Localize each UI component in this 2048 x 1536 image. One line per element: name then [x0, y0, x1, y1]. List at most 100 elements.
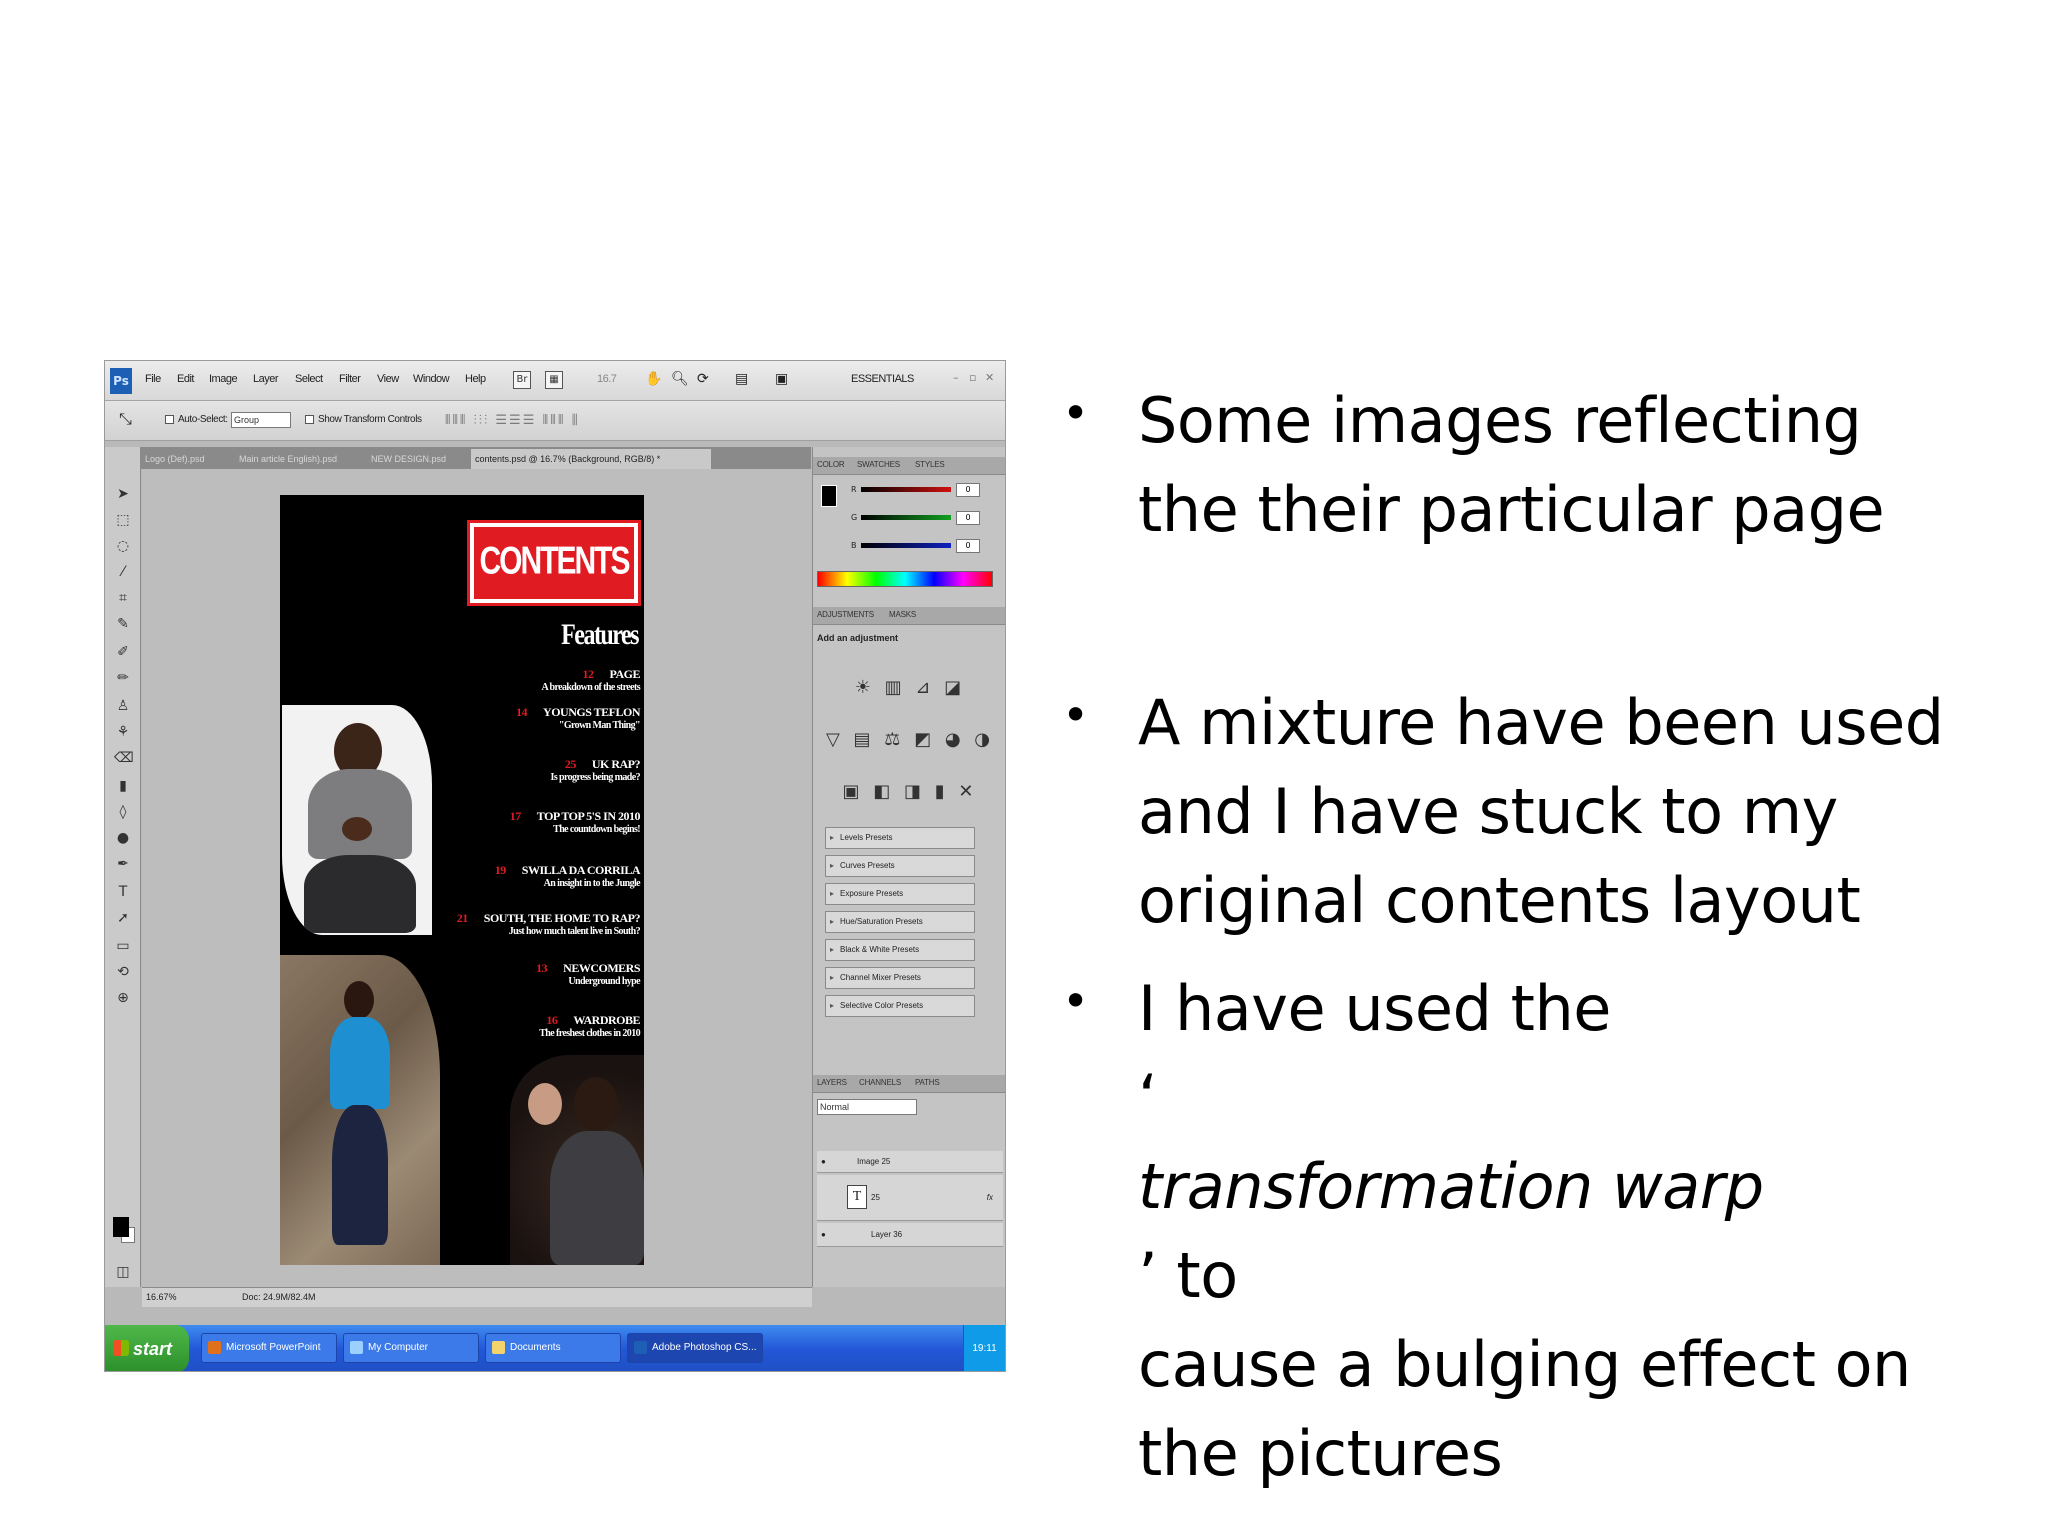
taskbar-documents[interactable]: Documents [485, 1333, 621, 1363]
tab-color[interactable]: COLOR [817, 460, 845, 469]
quick-mask-icon[interactable]: ◫ [114, 1263, 132, 1281]
color-swatch-fg[interactable] [821, 485, 837, 507]
eyedropper-icon[interactable]: ✎ [114, 615, 132, 633]
blur-tool-icon[interactable]: ◊ [114, 803, 132, 821]
show-transform-label: Show Transform Controls [318, 414, 422, 425]
tab-swatches[interactable]: SWATCHES [857, 460, 900, 469]
view-extras-icon[interactable]: ▦ [545, 371, 563, 389]
layer-row[interactable]: T 25 fx [817, 1175, 1003, 1221]
tab-logo[interactable]: Logo (Def).psd [141, 449, 231, 469]
doc-size-readout[interactable]: Doc: 24.9M/82.4M [242, 1292, 316, 1302]
auto-select-dropdown[interactable]: Group [231, 412, 291, 428]
start-button[interactable]: start [105, 1325, 189, 1371]
menu-filter[interactable]: Filter [339, 373, 361, 385]
green-slider[interactable] [861, 515, 951, 520]
tab-paths[interactable]: PATHS [915, 1078, 940, 1087]
tab-masks[interactable]: MASKS [889, 610, 916, 619]
type-tool-icon[interactable]: T [114, 883, 132, 901]
tab-styles[interactable]: STYLES [915, 460, 945, 469]
red-slider[interactable] [861, 487, 951, 492]
3d-rotate-icon[interactable]: ⟲ [114, 963, 132, 981]
zoom-readout[interactable]: 16.67% [146, 1292, 177, 1302]
preset-levels[interactable]: Levels Presets [825, 827, 975, 849]
red-value[interactable]: 0 [956, 483, 980, 497]
rotate-view-icon[interactable]: ⟳ [697, 370, 709, 387]
menu-view[interactable]: View [377, 373, 399, 385]
zoom-icon[interactable]: ⊕ [114, 989, 132, 1007]
shape-tool-icon[interactable]: ▭ [114, 937, 132, 955]
adjustment-icons-row-3[interactable]: ▣ ◧ ◨ ▮ ✕ [813, 781, 1005, 802]
contents-header-box: CONTENTS [470, 523, 638, 603]
green-label: G [851, 513, 858, 522]
minimize-icon[interactable]: – [953, 371, 959, 384]
fx-icon[interactable]: fx [987, 1175, 993, 1221]
layer-row[interactable]: ● Layer 36 [817, 1223, 1003, 1247]
green-value[interactable]: 0 [956, 511, 980, 525]
menu-edit[interactable]: Edit [177, 373, 194, 385]
blue-slider[interactable] [861, 543, 951, 548]
preset-exposure[interactable]: Exposure Presets [825, 883, 975, 905]
magic-wand-icon[interactable]: ⁄ [114, 563, 132, 581]
show-transform-checkbox[interactable] [305, 415, 314, 424]
workspace-switcher[interactable]: ESSENTIALS [851, 373, 914, 385]
history-brush-icon[interactable]: ⚘ [114, 723, 132, 741]
dodge-tool-icon[interactable]: ● [114, 829, 132, 847]
path-select-icon[interactable]: ➚ [114, 909, 132, 927]
tab-contents[interactable]: contents.psd @ 16.7% (Background, RGB/8)… [471, 449, 711, 469]
preset-channel-mixer[interactable]: Channel Mixer Presets [825, 967, 975, 989]
preset-curves[interactable]: Curves Presets [825, 855, 975, 877]
menu-window[interactable]: Window [413, 373, 450, 385]
zoom-tool-icon[interactable]: 🔍︎ [671, 370, 689, 387]
screen-mode-icon[interactable]: ▣ [775, 370, 788, 387]
menu-file[interactable]: File [145, 373, 161, 385]
tab-channels[interactable]: CHANNELS [859, 1078, 901, 1087]
move-tool-icon[interactable]: ⤡ [119, 411, 132, 429]
pen-tool-icon[interactable]: ✒ [114, 855, 132, 873]
foreground-color-swatch[interactable] [113, 1217, 129, 1237]
marquee-tool-icon[interactable]: ⬚ [114, 511, 132, 529]
preset-black-white[interactable]: Black & White Presets [825, 939, 975, 961]
menu-layer[interactable]: Layer [253, 373, 279, 385]
healing-brush-icon[interactable]: ✐ [114, 643, 132, 661]
adjustment-icons-row-1[interactable]: ☀ ▥ ⊿ ◪ [813, 677, 1005, 698]
preset-hue-saturation[interactable]: Hue/Saturation Presets [825, 911, 975, 933]
eye-icon[interactable]: ● [821, 1223, 826, 1247]
align-icons[interactable]: ⫴⫴⫴ ⫶⫶⫶ ☰☰☰ ⦀⦀⦀ ⫼ [445, 413, 580, 428]
arrange-documents-icon[interactable]: ▤ [735, 370, 748, 387]
preset-selective-color[interactable]: Selective Color Presets [825, 995, 975, 1017]
move-tool-icon[interactable]: ➤ [114, 485, 132, 503]
eraser-icon[interactable]: ⌫ [114, 749, 134, 767]
close-icon[interactable]: ✕ [985, 371, 994, 384]
menu-image[interactable]: Image [209, 373, 238, 385]
tab-main-article[interactable]: Main article English).psd [235, 449, 363, 469]
restore-icon[interactable]: ▫ [969, 371, 976, 384]
canvas-area[interactable]: CONTENTS Features 12 PAGE A breakdown of … [142, 469, 812, 1287]
menu-help[interactable]: Help [465, 373, 486, 385]
system-clock[interactable]: 19:11 [963, 1325, 1005, 1371]
hand-tool-icon[interactable]: ✋ [645, 370, 662, 387]
clone-stamp-icon[interactable]: ♙ [114, 697, 132, 715]
blend-mode-dropdown[interactable]: Normal [817, 1099, 917, 1115]
tab-layers[interactable]: LAYERS [817, 1078, 847, 1087]
adjustment-icons-row-2[interactable]: ▽ ▤ ⚖ ◩ ◕ ◑ [813, 729, 1005, 750]
menu-select[interactable]: Select [295, 373, 323, 385]
color-spectrum[interactable] [817, 571, 993, 587]
auto-select-checkbox[interactable] [165, 415, 174, 424]
taskbar-my-computer[interactable]: My Computer [343, 1333, 479, 1363]
blue-value[interactable]: 0 [956, 539, 980, 553]
magazine-contents-page[interactable]: CONTENTS Features 12 PAGE A breakdown of … [280, 495, 644, 1265]
gradient-tool-icon[interactable]: ▮ [114, 777, 132, 795]
zoom-level-menu[interactable]: 16.7 [597, 373, 617, 385]
lasso-tool-icon[interactable]: ◌ [114, 537, 132, 555]
crop-tool-icon[interactable]: ⌗ [114, 589, 132, 607]
taskbar-powerpoint[interactable]: Microsoft PowerPoint [201, 1333, 337, 1363]
bridge-icon[interactable]: Br [513, 371, 531, 389]
tab-adjustments[interactable]: ADJUSTMENTS [817, 610, 874, 619]
layer-name: 25 [871, 1193, 880, 1202]
text-layer-icon: T [847, 1185, 867, 1209]
tab-new-design[interactable]: NEW DESIGN.psd [367, 449, 463, 469]
brush-tool-icon[interactable]: ✏ [114, 669, 132, 687]
layer-row[interactable]: ● Image 25 [817, 1151, 1003, 1173]
taskbar-photoshop[interactable]: Adobe Photoshop CS... [627, 1333, 763, 1363]
eye-icon[interactable]: ● [821, 1151, 826, 1173]
